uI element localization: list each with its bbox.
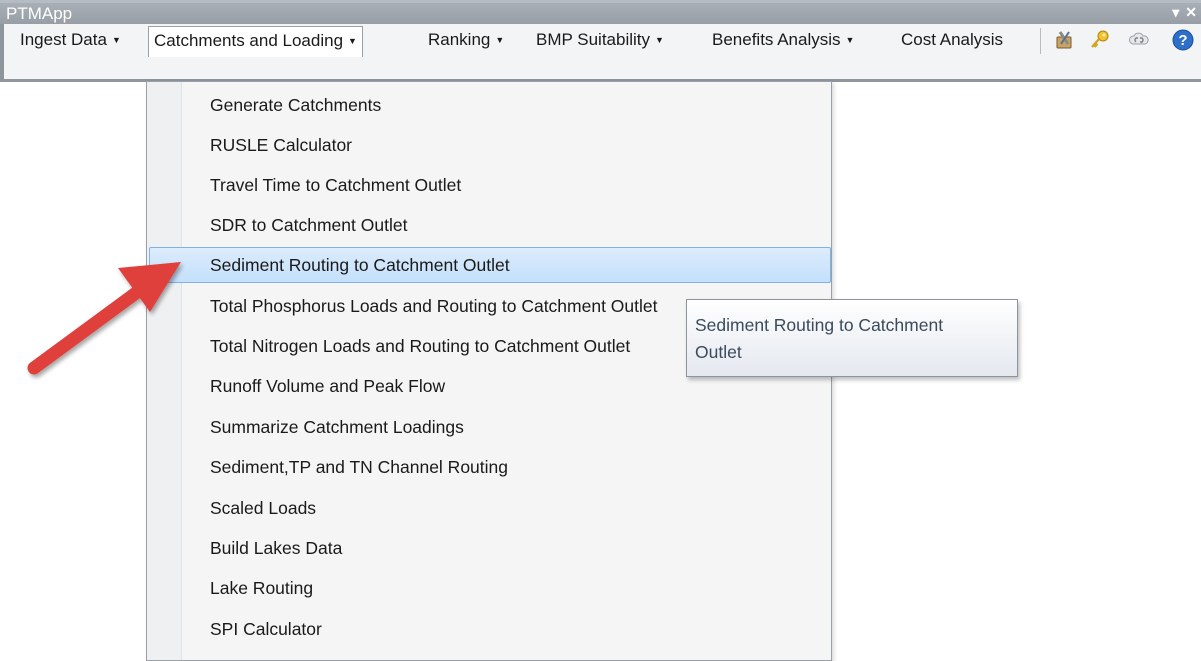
annotation-arrow-icon: [27, 262, 181, 375]
